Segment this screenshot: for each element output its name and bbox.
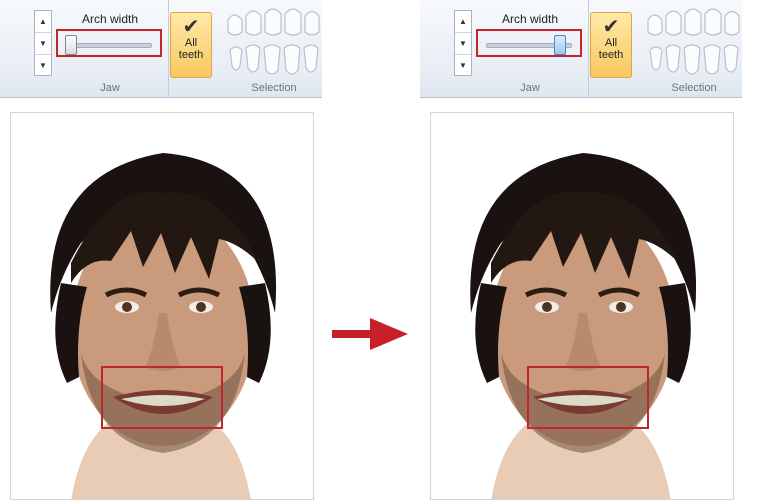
face-photo-after (430, 112, 734, 500)
arch-width-slider-thumb[interactable] (65, 35, 78, 55)
smile-highlight-box (527, 366, 649, 429)
stepper-control[interactable]: ▲ ▼ ▼ (34, 10, 52, 76)
before-panel: ▲ ▼ ▼ Arch width ✔ All teeth Jaw Selecti… (0, 0, 322, 500)
ribbon: ▲ ▼ ▼ Arch width ✔ All teeth Jaw Selecti… (0, 0, 322, 98)
jaw-group: Arch width ✔ All teeth Jaw (472, 0, 632, 97)
arch-width-track[interactable] (66, 43, 152, 48)
jaw-group: Arch width ✔ All teeth Jaw (52, 0, 212, 97)
triangle-down-icon[interactable]: ▼ (455, 33, 471, 55)
selection-group-label: Selection (671, 82, 717, 94)
triangle-up-icon[interactable]: ▲ (455, 11, 471, 33)
arch-width-label: Arch width (501, 12, 559, 26)
portrait-image (470, 153, 697, 499)
arch-width-highlight (56, 29, 162, 57)
teeth-selection-icon[interactable] (222, 6, 322, 82)
arch-width-slider-thumb[interactable] (554, 35, 567, 55)
jaw-group-label: Jaw (100, 82, 120, 94)
teeth-selection-icon[interactable] (642, 6, 742, 82)
right-arrow-icon (332, 318, 408, 350)
selection-group: Selection (592, 0, 742, 97)
selection-group-label: Selection (251, 82, 297, 94)
triangle-down-icon[interactable]: ▼ (35, 33, 51, 55)
arch-width-highlight (476, 29, 582, 57)
more-arrow-icon[interactable]: ▼ (35, 55, 51, 76)
after-panel: ▲ ▼ ▼ Arch width ✔ All teeth Jaw Selecti… (420, 0, 742, 500)
triangle-up-icon[interactable]: ▲ (35, 11, 51, 33)
jaw-group-label: Jaw (520, 82, 540, 94)
stepper-control[interactable]: ▲ ▼ ▼ (454, 10, 472, 76)
more-arrow-icon[interactable]: ▼ (455, 55, 471, 76)
smile-highlight-box (101, 366, 223, 429)
selection-group: Selection (172, 0, 322, 97)
portrait-image (50, 153, 277, 499)
face-photo-before (10, 112, 314, 500)
arch-width-label: Arch width (81, 12, 139, 26)
ribbon: ▲ ▼ ▼ Arch width ✔ All teeth Jaw Selecti… (420, 0, 742, 98)
